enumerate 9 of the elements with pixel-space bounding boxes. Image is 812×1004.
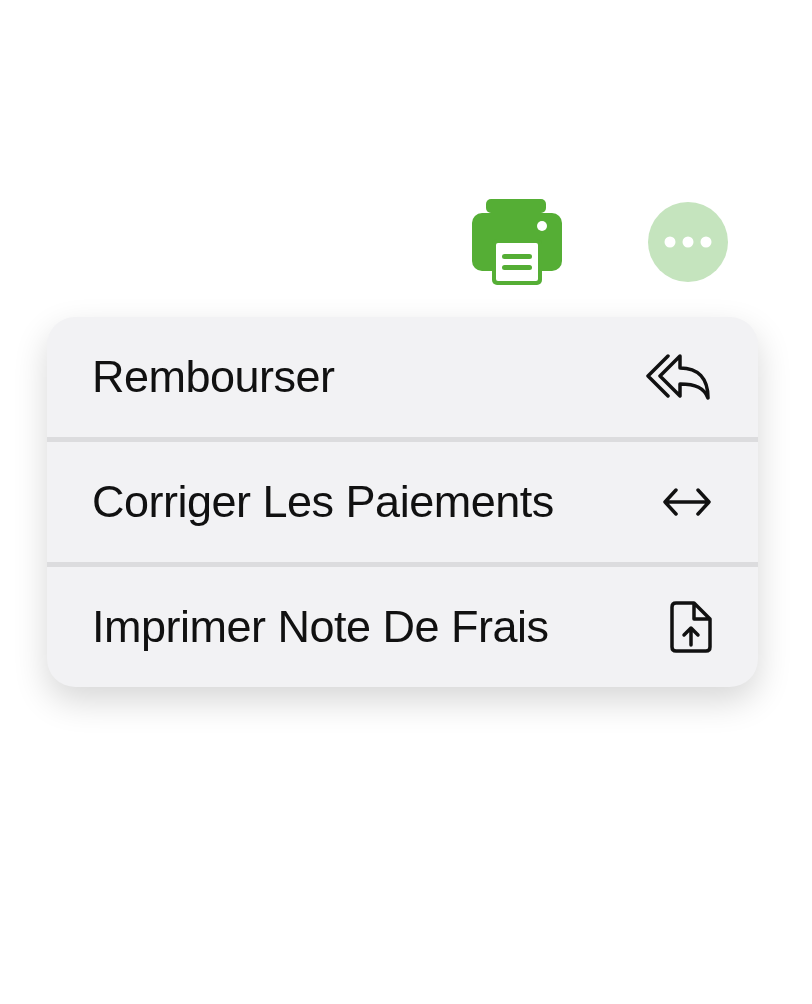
ellipsis-icon [664,236,712,248]
menu-item[interactable]: Rembourser [47,317,758,437]
printer-icon [472,199,562,285]
menu-item[interactable]: Corriger Les Paiements [47,442,758,562]
menu-item[interactable]: Imprimer Note De Frais [47,567,758,687]
print-button[interactable] [472,199,562,285]
double-arrow-icon [662,487,712,517]
reply-all-icon [646,354,712,400]
file-upload-icon [670,601,712,653]
